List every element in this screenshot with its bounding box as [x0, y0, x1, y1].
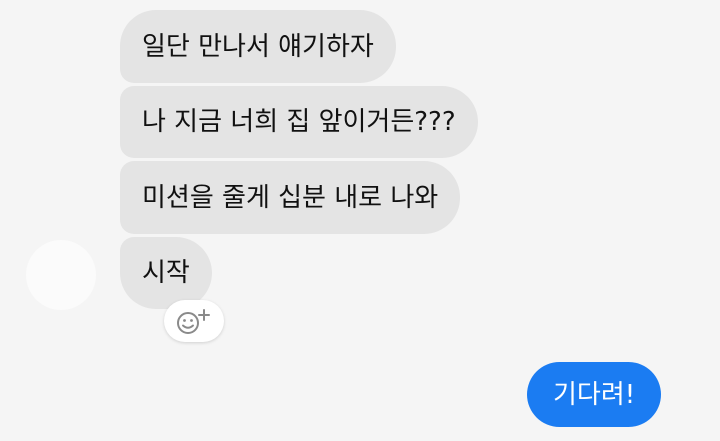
incoming-message[interactable]: 시작 — [120, 237, 212, 309]
message-text: 나 지금 너희 집 앞이거든??? — [142, 107, 456, 137]
message-text: 시작 — [142, 258, 190, 288]
add-reaction-button[interactable] — [164, 300, 224, 342]
incoming-message[interactable]: 나 지금 너희 집 앞이거든??? — [120, 86, 478, 158]
add-reaction-icon — [177, 309, 210, 334]
incoming-message[interactable]: 일단 만나서 얘기하자 — [120, 10, 396, 83]
incoming-message[interactable]: 미션을 줄게 십분 내로 나와 — [120, 161, 461, 234]
avatar[interactable] — [26, 240, 96, 310]
outgoing-message[interactable]: 기다려! — [527, 362, 662, 427]
message-text: 미션을 줄게 십분 내로 나와 — [142, 182, 439, 213]
message-text: 일단 만나서 얘기하자 — [142, 31, 374, 62]
message-text: 기다려! — [553, 379, 636, 410]
chat-thread: 일단 만나서 얘기하자 나 지금 너희 집 앞이거든??? 미션을 줄게 십분 … — [0, 0, 720, 441]
